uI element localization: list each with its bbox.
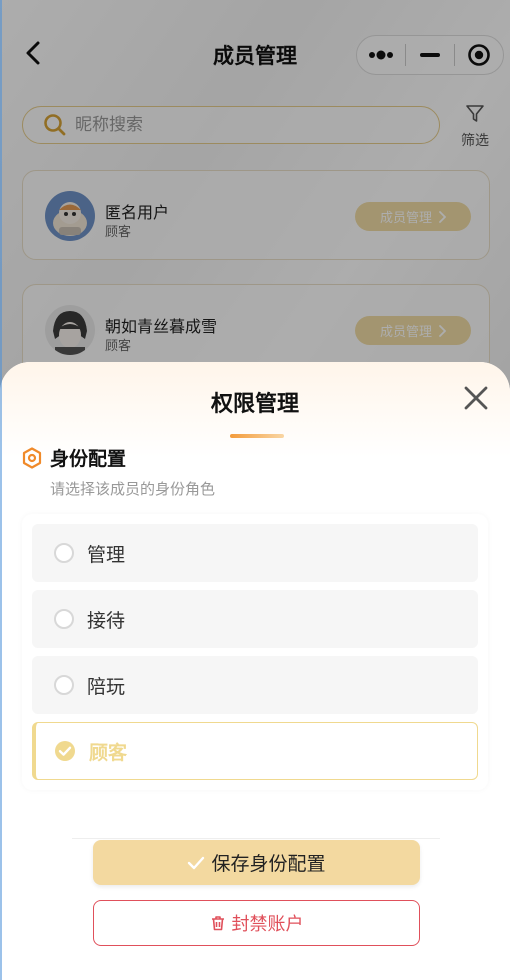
section-description: 请选择该成员的身份角色 (50, 480, 216, 498)
save-role-label: 保存身份配置 (211, 853, 326, 875)
check-icon (188, 856, 205, 869)
role-option-customer[interactable]: 顾客 (32, 722, 478, 780)
radio-icon (54, 675, 74, 695)
role-options: 管理 接待 陪玩 顾客 (22, 514, 488, 790)
radio-icon (54, 543, 74, 563)
trash-icon (211, 916, 224, 931)
close-icon[interactable] (462, 384, 490, 412)
role-option-label: 陪玩 (87, 675, 126, 698)
sheet-title: 权限管理 (210, 392, 299, 417)
hexagon-icon (22, 446, 42, 469)
role-option-label: 管理 (87, 543, 126, 566)
ban-account-label: 封禁账户 (231, 914, 304, 935)
role-option-label: 顾客 (89, 741, 128, 764)
role-option-manage[interactable]: 管理 (32, 524, 478, 582)
window-edge (0, 0, 2, 980)
save-role-button[interactable]: 保存身份配置 (93, 840, 420, 885)
section-title: 身份配置 (50, 448, 127, 470)
ban-account-button[interactable]: 封禁账户 (93, 900, 420, 946)
permission-sheet: 权限管理 身份配置 请选择该成员的身份角色 管理 接待 陪玩 顾客 保存身份配置… (0, 362, 510, 980)
role-option-reception[interactable]: 接待 (32, 590, 478, 648)
footer-divider (72, 838, 440, 839)
radio-icon (54, 609, 74, 629)
check-circle-icon (55, 741, 75, 761)
role-option-label: 接待 (87, 609, 126, 632)
section-header: 身份配置 (22, 444, 126, 471)
role-option-companion[interactable]: 陪玩 (32, 656, 478, 714)
title-underline (230, 434, 284, 438)
